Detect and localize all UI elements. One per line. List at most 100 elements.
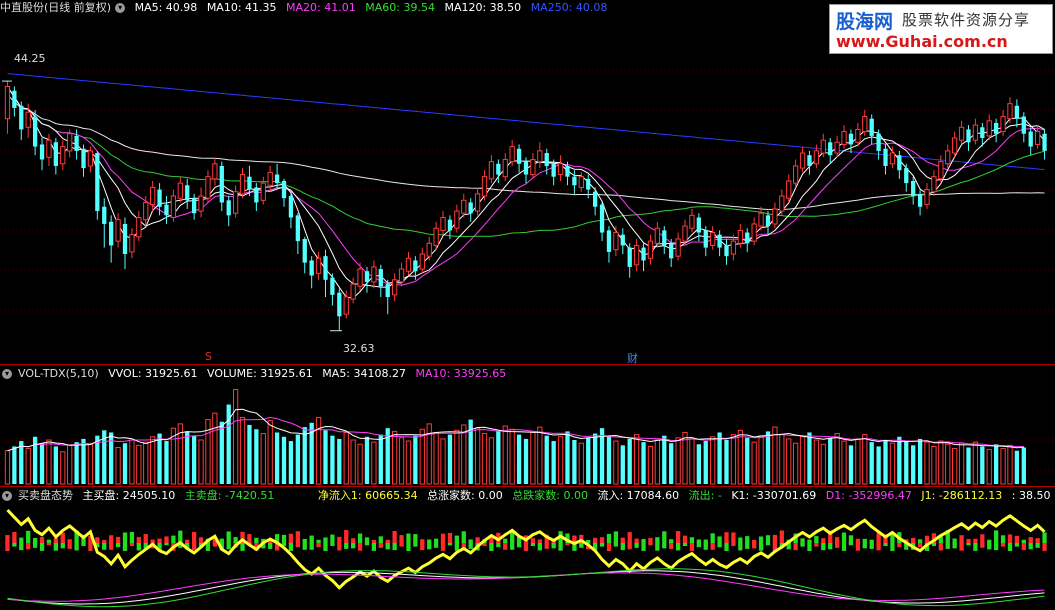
candle-down <box>447 219 453 231</box>
buy-sell-bar <box>682 535 688 543</box>
buy-sell-bar <box>1021 539 1026 543</box>
candle-up <box>938 161 944 180</box>
buy-sell-bar <box>399 535 404 543</box>
panel-divider[interactable] <box>0 486 1055 487</box>
buy-sell-bar <box>357 543 363 551</box>
candle-down <box>309 260 314 276</box>
volume-bar <box>509 428 515 485</box>
buy-sell-bar <box>406 543 411 551</box>
candle-down <box>876 133 881 151</box>
candle-up <box>46 139 52 158</box>
volume-bar <box>191 435 197 484</box>
volume-bar <box>295 434 300 484</box>
volume-bar <box>758 435 764 485</box>
buy-sell-bar <box>185 539 190 543</box>
buy-sell-bar <box>440 543 446 551</box>
candle-up <box>537 150 543 163</box>
buy-sell-bar <box>351 538 356 543</box>
candle-down <box>364 271 370 282</box>
volume-bar <box>391 430 398 485</box>
indicator-toggle-icon[interactable]: ▾ <box>2 491 12 501</box>
buy-sell-bar <box>959 543 964 551</box>
buy-sell-bar <box>191 543 197 551</box>
s-marker[interactable]: S <box>205 350 212 363</box>
buy-sell-bar <box>966 543 971 546</box>
buy-sell-bar <box>613 531 619 543</box>
candle-down <box>745 232 750 244</box>
buy-sell-bar <box>129 543 135 546</box>
candle-up <box>972 124 979 141</box>
volume-bar <box>717 432 722 484</box>
candle-down <box>254 187 259 203</box>
buy-sell-bar <box>1000 543 1006 547</box>
candle-down <box>226 200 231 216</box>
volume-bar <box>876 446 881 484</box>
buy-sell-bar <box>26 543 31 550</box>
candle-down <box>994 122 999 134</box>
buy-sell-bar <box>212 543 218 547</box>
buy-sell-bar <box>599 543 605 547</box>
buy-sell-bar <box>911 537 916 543</box>
buy-sell-bar <box>288 533 294 543</box>
volume-bar <box>343 431 349 485</box>
panel-toggle-icon[interactable]: ▾ <box>115 3 126 13</box>
candle-down <box>191 198 197 214</box>
candle-up <box>945 150 951 165</box>
volume-bar <box>378 434 383 484</box>
buy-sell-bar <box>752 539 757 543</box>
volume-bar <box>143 441 149 485</box>
volume-bar <box>565 431 570 484</box>
buy-sell-bar <box>74 543 79 551</box>
buy-sell-bar <box>102 539 107 543</box>
ma10-label: MA10: 41.35 <box>206 1 277 14</box>
buy-sell-bar <box>115 543 121 548</box>
buy-sell-bar <box>219 538 224 543</box>
buy-sell-bar <box>309 535 314 543</box>
volume-bar <box>315 416 322 485</box>
buy-sell-bar <box>164 543 169 546</box>
volume-bar <box>274 432 280 484</box>
stock-title: 中直股份(日线 前复权) <box>0 1 112 14</box>
candle-down <box>1042 133 1047 151</box>
vol-ma10-label: MA10: 33925.65 <box>415 367 507 380</box>
candle-down <box>378 269 383 287</box>
candle-down <box>904 168 909 184</box>
volume-bar <box>779 434 785 485</box>
kline-chart-canvas[interactable] <box>0 0 1055 610</box>
buy-sell-bar <box>81 543 86 546</box>
volume-toggle-icon[interactable]: ▾ <box>2 369 12 379</box>
candle-down <box>109 221 114 246</box>
buy-sell-bar <box>876 543 881 551</box>
volume-bar <box>267 420 273 485</box>
buy-sell-bar <box>427 539 432 543</box>
candle-up <box>136 217 142 238</box>
volume-bar <box>972 441 979 485</box>
j1-line <box>7 568 1045 608</box>
buy-sell-bar <box>689 537 695 543</box>
buy-sell-bar <box>53 543 58 551</box>
main-buy-label: 主买盘: 24505.10 <box>82 489 176 502</box>
candle-down <box>39 144 45 160</box>
candle-down <box>1021 116 1026 134</box>
candle-down <box>185 185 190 201</box>
candle-up <box>675 238 681 257</box>
buy-sell-bar <box>371 543 377 551</box>
panel-divider[interactable] <box>0 364 1055 365</box>
candle-up <box>205 176 211 199</box>
watermark-slogan: 股票软件资源分享 <box>902 11 1031 29</box>
candle-up <box>682 225 688 242</box>
candle-down <box>19 105 24 130</box>
volume-bar <box>958 442 965 485</box>
buy-sell-bar <box>12 531 17 543</box>
buy-sell-bar <box>841 543 847 551</box>
buy-sell-bar <box>19 543 24 551</box>
candle-down <box>917 193 923 207</box>
volume-bar <box>841 440 847 485</box>
ma5-line <box>7 86 1045 299</box>
volume-bar <box>889 442 896 485</box>
candle-down <box>281 180 287 199</box>
volume-bar <box>496 431 501 484</box>
ma5-label: MA5: 40.98 <box>134 1 198 14</box>
volume-bar <box>413 435 418 484</box>
candle-up <box>371 266 377 283</box>
